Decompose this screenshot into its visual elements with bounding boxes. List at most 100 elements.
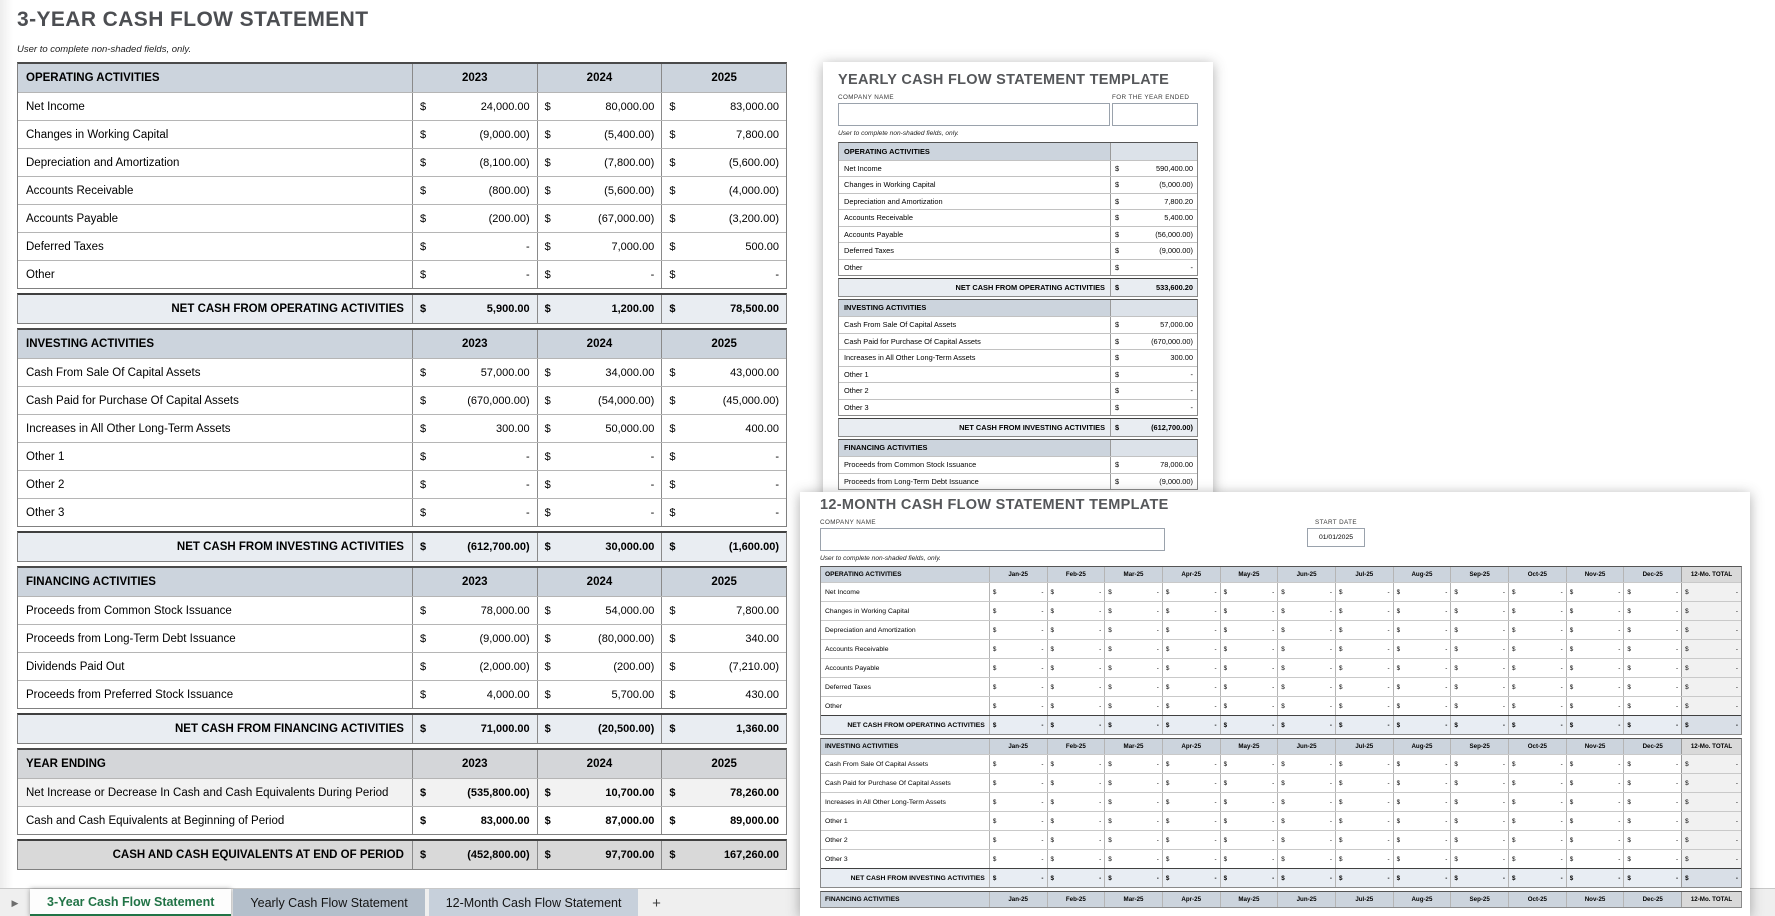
value-cell[interactable]: $- — [1393, 755, 1451, 773]
tab-yearly-cash-flow[interactable]: Yearly Cash Flow Statement — [233, 889, 424, 916]
value-cell[interactable]: $- — [1162, 812, 1220, 830]
value-cell[interactable]: $300.00 — [1110, 350, 1197, 366]
year-ended-input[interactable] — [1112, 103, 1198, 126]
value-cell[interactable]: $- — [1110, 400, 1197, 416]
value-cell[interactable]: $- — [989, 602, 1047, 620]
value-cell[interactable]: $- — [1277, 850, 1335, 868]
value-cell[interactable]: $- — [1393, 640, 1451, 658]
value-cell[interactable]: $- — [412, 471, 537, 498]
value-cell[interactable]: $- — [1277, 831, 1335, 849]
value-cell[interactable]: $- — [1047, 583, 1105, 601]
value-cell[interactable]: $- — [1220, 831, 1278, 849]
value-cell[interactable]: $- — [1047, 602, 1105, 620]
value-cell[interactable]: $34,000.00 — [537, 359, 662, 386]
value-cell[interactable]: $- — [1220, 659, 1278, 677]
value-cell[interactable]: $- — [1335, 640, 1393, 658]
value-cell[interactable]: $590,400.00 — [1110, 161, 1197, 177]
value-cell[interactable]: $- — [1277, 659, 1335, 677]
value-cell[interactable]: $- — [1047, 640, 1105, 658]
value-cell[interactable]: $- — [1277, 640, 1335, 658]
value-cell[interactable]: $(67,000.00) — [537, 205, 662, 232]
value-cell[interactable]: $- — [1508, 831, 1566, 849]
value-cell[interactable]: $- — [1335, 850, 1393, 868]
value-cell[interactable]: $- — [537, 471, 662, 498]
value-cell[interactable]: $- — [1220, 621, 1278, 639]
value-cell[interactable]: $- — [1162, 583, 1220, 601]
value-cell[interactable]: $- — [1104, 602, 1162, 620]
value-cell[interactable]: $- — [989, 755, 1047, 773]
value-cell[interactable]: $- — [1277, 812, 1335, 830]
value-cell[interactable]: $4,000.00 — [412, 681, 537, 708]
value-cell[interactable]: $- — [1110, 383, 1197, 399]
value-cell[interactable]: $50,000.00 — [537, 415, 662, 442]
value-cell[interactable]: $- — [1047, 850, 1105, 868]
value-cell[interactable]: $43,000.00 — [661, 359, 786, 386]
value-cell[interactable]: $(9,000.00) — [1110, 474, 1197, 490]
value-cell[interactable]: $- — [1104, 755, 1162, 773]
value-cell[interactable]: $- — [1450, 850, 1508, 868]
value-cell[interactable]: $(5,600.00) — [661, 149, 786, 176]
value-cell[interactable]: $- — [1508, 774, 1566, 792]
value-cell[interactable]: $- — [1277, 621, 1335, 639]
value-cell[interactable]: $(56,000.00) — [1110, 227, 1197, 243]
value-cell[interactable]: $89,000.00 — [661, 807, 786, 834]
value-cell[interactable]: $- — [1566, 850, 1624, 868]
value-cell[interactable]: $- — [1047, 678, 1105, 696]
value-cell[interactable]: $- — [661, 261, 786, 288]
value-cell[interactable]: $- — [1450, 755, 1508, 773]
value-cell[interactable]: $- — [1220, 812, 1278, 830]
value-cell[interactable]: $- — [1393, 602, 1451, 620]
value-cell[interactable]: $- — [1508, 659, 1566, 677]
value-cell[interactable]: $- — [1104, 678, 1162, 696]
value-cell[interactable]: $(5,600.00) — [537, 177, 662, 204]
value-cell[interactable]: $- — [1450, 678, 1508, 696]
value-cell[interactable]: $- — [1450, 793, 1508, 811]
value-cell[interactable]: $- — [1623, 678, 1681, 696]
value-cell[interactable]: $- — [989, 774, 1047, 792]
value-cell[interactable]: $- — [1393, 850, 1451, 868]
value-cell[interactable]: $(535,800.00) — [412, 779, 537, 806]
value-cell[interactable]: $- — [1220, 697, 1278, 715]
value-cell[interactable]: $- — [1162, 621, 1220, 639]
value-cell[interactable]: $- — [1162, 755, 1220, 773]
value-cell[interactable]: $- — [1393, 831, 1451, 849]
value-cell[interactable]: $- — [1393, 583, 1451, 601]
value-cell[interactable]: $(7,210.00) — [661, 653, 786, 680]
value-cell[interactable]: $- — [1220, 774, 1278, 792]
value-cell[interactable]: $5,700.00 — [537, 681, 662, 708]
value-cell[interactable]: $- — [1335, 678, 1393, 696]
value-cell[interactable]: $- — [1393, 697, 1451, 715]
value-cell[interactable]: $(7,800.00) — [537, 149, 662, 176]
value-cell[interactable]: $- — [1220, 850, 1278, 868]
value-cell[interactable]: $- — [1566, 640, 1624, 658]
value-cell[interactable]: $- — [989, 697, 1047, 715]
value-cell[interactable]: $- — [1335, 621, 1393, 639]
value-cell[interactable]: $(3,200.00) — [661, 205, 786, 232]
value-cell[interactable]: $- — [1566, 602, 1624, 620]
value-cell[interactable]: $- — [1450, 774, 1508, 792]
monthly-company-input[interactable] — [820, 528, 1165, 551]
value-cell[interactable]: $- — [1104, 774, 1162, 792]
value-cell[interactable]: $- — [1566, 621, 1624, 639]
value-cell[interactable]: $- — [1162, 659, 1220, 677]
value-cell[interactable]: $- — [1335, 812, 1393, 830]
value-cell[interactable]: $- — [1162, 793, 1220, 811]
value-cell[interactable]: $- — [1450, 812, 1508, 830]
value-cell[interactable]: $- — [1277, 583, 1335, 601]
value-cell[interactable]: $- — [1508, 621, 1566, 639]
add-sheet-button[interactable]: + — [638, 889, 674, 916]
value-cell[interactable]: $- — [1450, 583, 1508, 601]
value-cell[interactable]: $24,000.00 — [412, 93, 537, 120]
value-cell[interactable]: $83,000.00 — [412, 807, 537, 834]
value-cell[interactable]: $300.00 — [412, 415, 537, 442]
value-cell[interactable]: $- — [989, 812, 1047, 830]
value-cell[interactable]: $57,000.00 — [1110, 317, 1197, 333]
value-cell[interactable]: $(9,000.00) — [412, 625, 537, 652]
value-cell[interactable]: $(200.00) — [537, 653, 662, 680]
value-cell[interactable]: $- — [1623, 831, 1681, 849]
value-cell[interactable]: $10,700.00 — [537, 779, 662, 806]
value-cell[interactable]: $- — [1566, 697, 1624, 715]
value-cell[interactable]: $(670,000.00) — [412, 387, 537, 414]
value-cell[interactable]: $78,000.00 — [412, 597, 537, 624]
value-cell[interactable]: $- — [1104, 697, 1162, 715]
